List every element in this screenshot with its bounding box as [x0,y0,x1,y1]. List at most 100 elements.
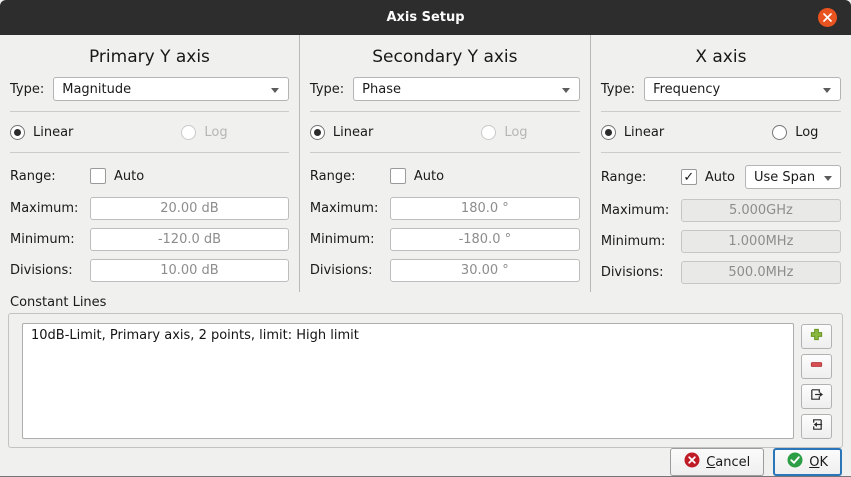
x-axis-header: X axis [601,47,841,67]
radio-checked-icon [310,125,325,140]
constant-lines-buttons [796,323,836,439]
range-label: Range: [310,169,390,184]
x-maximum-input: 5.000GHz [681,199,841,222]
secondary-minimum-value: -180.0 ° [459,232,512,247]
divisions-label: Divisions: [10,263,90,278]
range-label: Range: [601,170,681,185]
secondary-log-radio: Log [481,125,527,140]
x-divisions-value: 500.0MHz [728,265,793,280]
primary-type-value: Magnitude [62,82,131,97]
x-auto-checkbox[interactable]: ✓ [681,169,697,185]
secondary-type-value: Phase [362,82,401,97]
ok-icon [787,452,803,472]
radio-checked-icon [601,125,616,140]
range-label: Range: [10,169,90,184]
x-linear-radio[interactable]: Linear [601,125,664,140]
type-label: Type: [310,82,344,97]
secondary-linear-radio[interactable]: Linear [310,125,373,140]
titlebar: Axis Setup [0,0,851,35]
close-icon [822,12,833,23]
span-mode-value: Use Span [754,170,815,185]
secondary-minimum-input[interactable]: -180.0 ° [390,228,580,251]
export-icon [809,387,824,406]
cancel-button-label: Cancel [706,455,750,470]
x-log-radio[interactable]: Log [772,125,818,140]
x-type-select[interactable]: Frequency [644,77,841,101]
auto-label: Auto [114,169,144,184]
primary-minimum-value: -120.0 dB [158,232,221,247]
linear-label: Linear [33,125,73,140]
minus-icon [809,357,824,376]
secondary-divisions-value: 30.00 ° [461,263,509,278]
span-mode-select[interactable]: Use Span [745,165,841,189]
radio-checked-icon [10,125,25,140]
chevron-down-icon [562,88,570,93]
cancel-icon [684,452,700,472]
checkmark-icon: ✓ [683,171,694,184]
primary-divisions-value: 10.00 dB [160,263,219,278]
list-item[interactable]: 10dB-Limit, Primary axis, 2 points, limi… [31,328,785,343]
linear-label: Linear [333,125,373,140]
log-label: Log [795,125,818,140]
secondary-y-axis-section: Secondary Y axis Type: Phase Linear Log [300,35,591,292]
primary-log-radio: Log [181,125,227,140]
remove-line-button[interactable] [801,354,832,379]
minimum-label: Minimum: [601,234,681,249]
type-label: Type: [601,82,635,97]
close-button[interactable] [818,8,837,27]
chevron-down-icon [271,88,279,93]
maximum-label: Maximum: [10,201,90,216]
primary-type-select[interactable]: Magnitude [53,77,289,101]
x-type-value: Frequency [653,82,720,97]
primary-maximum-value: 20.00 dB [160,201,219,216]
x-divisions-input: 500.0MHz [681,261,841,284]
x-minimum-value: 1.000MHz [728,234,793,249]
divisions-label: Divisions: [310,263,390,278]
axis-setup-dialog: Axis Setup Primary Y axis Type: Magnitud… [0,0,851,477]
minimum-label: Minimum: [10,232,90,247]
ok-button[interactable]: OK [773,448,842,476]
secondary-maximum-input[interactable]: 180.0 ° [390,197,580,220]
radio-disabled-icon [181,125,196,140]
dialog-footer: Cancel OK [0,448,851,476]
secondary-type-select[interactable]: Phase [353,77,580,101]
linear-label: Linear [624,125,664,140]
secondary-auto-checkbox[interactable] [390,168,406,184]
axis-columns: Primary Y axis Type: Magnitude Linear Lo… [0,35,851,292]
primary-linear-radio[interactable]: Linear [10,125,73,140]
x-maximum-value: 5.000GHz [729,203,793,218]
chevron-down-icon [824,176,832,181]
auto-label: Auto [414,169,444,184]
maximum-label: Maximum: [310,201,390,216]
secondary-divisions-input[interactable]: 30.00 ° [390,259,580,282]
primary-divisions-input[interactable]: 10.00 dB [90,259,289,282]
secondary-y-axis-header: Secondary Y axis [310,47,580,67]
type-label: Type: [10,82,44,97]
primary-maximum-input[interactable]: 20.00 dB [90,197,289,220]
primary-y-axis-section: Primary Y axis Type: Magnitude Linear Lo… [0,35,300,292]
constant-lines-groupbox: 10dB-Limit, Primary axis, 2 points, limi… [8,313,843,448]
ok-button-label: OK [809,455,828,470]
window-title: Axis Setup [386,10,464,25]
import-icon [809,417,824,436]
constant-lines-list[interactable]: 10dB-Limit, Primary axis, 2 points, limi… [22,323,794,439]
constant-lines-label: Constant Lines [10,295,851,310]
minimum-label: Minimum: [310,232,390,247]
primary-auto-checkbox[interactable] [90,168,106,184]
log-label: Log [504,125,527,140]
import-lines-button[interactable] [801,414,832,439]
secondary-maximum-value: 180.0 ° [461,201,509,216]
radio-unchecked-icon [772,125,787,140]
maximum-label: Maximum: [601,203,681,218]
x-minimum-input: 1.000MHz [681,230,841,253]
chevron-down-icon [823,88,831,93]
add-line-button[interactable] [801,324,832,349]
plus-icon [809,327,824,346]
divisions-label: Divisions: [601,265,681,280]
log-label: Log [204,125,227,140]
primary-y-axis-header: Primary Y axis [10,47,289,67]
cancel-button[interactable]: Cancel [670,448,764,476]
export-lines-button[interactable] [801,384,832,409]
radio-disabled-icon [481,125,496,140]
primary-minimum-input[interactable]: -120.0 dB [90,228,289,251]
